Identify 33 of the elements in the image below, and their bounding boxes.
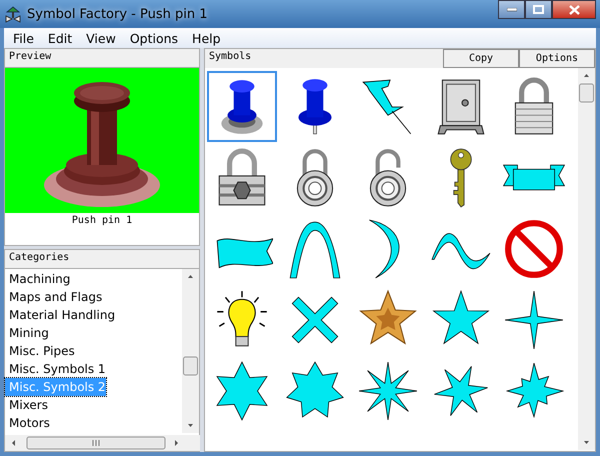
star4-icon — [503, 288, 565, 350]
vertical-scrollbar[interactable] — [182, 269, 199, 433]
prohibition-icon — [503, 218, 565, 280]
category-item[interactable]: Maps and Flags — [5, 288, 102, 306]
minimize-icon — [506, 8, 516, 12]
category-item[interactable]: Material Handling — [5, 306, 116, 324]
menu-item[interactable]: Help — [185, 30, 228, 46]
horizontal-scrollbar[interactable] — [5, 435, 200, 451]
preview-caption: Push pin 1 — [70, 214, 134, 226]
symbol-tile[interactable] — [207, 71, 277, 142]
star8-icon — [357, 360, 419, 422]
panel-header: Preview — [4, 48, 200, 67]
category-item[interactable]: Mixers — [5, 396, 48, 414]
menu-item[interactable]: Edit — [40, 30, 80, 46]
panel-header: Categories — [4, 249, 200, 268]
menu-item[interactable]: View — [79, 30, 123, 46]
minimize-button[interactable] — [498, 0, 525, 19]
close-icon — [568, 4, 580, 14]
vertical-scrollbar[interactable] — [578, 68, 595, 450]
toolbar-button[interactable]: Copy — [443, 49, 519, 68]
app-icon — [4, 5, 22, 23]
category-item[interactable]: Motors — [5, 414, 50, 432]
category-item[interactable]: Machining — [5, 270, 70, 288]
category-item[interactable]: Misc. Pipes — [5, 342, 75, 360]
menu-item[interactable]: Options — [122, 30, 186, 46]
menu-item[interactable]: File — [6, 30, 41, 46]
toolbar-button[interactable]: Options — [519, 49, 595, 68]
category-item[interactable]: Mining — [5, 324, 49, 342]
maximize-button[interactable] — [525, 0, 552, 19]
close-button[interactable] — [552, 0, 596, 19]
category-item[interactable]: Misc. Symbols 1 — [5, 360, 106, 378]
maximize-icon — [533, 5, 544, 14]
window-title: Symbol Factory - Push pin 1 — [27, 6, 209, 22]
